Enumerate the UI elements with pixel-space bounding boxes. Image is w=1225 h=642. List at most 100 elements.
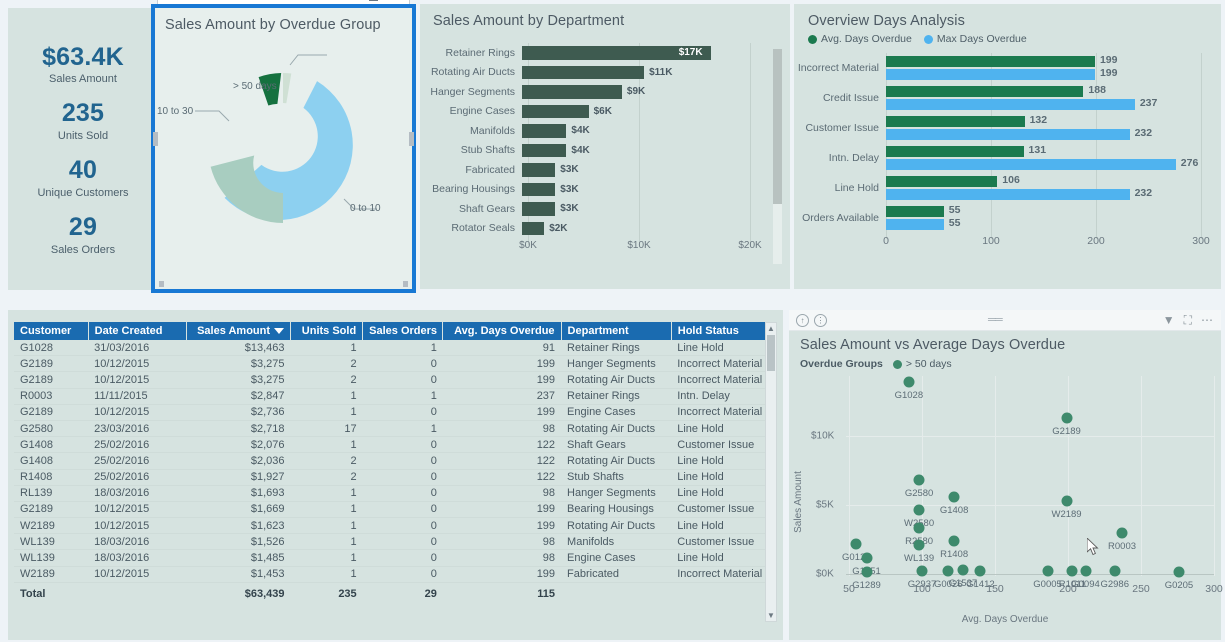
table-row[interactable]: G2580 23/03/2016 $2,718 17 1 98 Rotating Air D… [14,420,772,438]
column-header-date-created[interactable]: Date Created [88,322,187,340]
max-days-bar[interactable] [886,159,1176,170]
resize-handle-left[interactable] [153,132,158,146]
scatter-legend-item[interactable]: > 50 days [892,358,952,370]
scrollbar-thumb[interactable] [773,49,782,204]
department-bar-row[interactable]: Bearing Housings $3K [420,180,790,200]
more-options-icon[interactable]: ⋯ [1201,313,1214,327]
scatter-point[interactable] [1066,565,1078,577]
table-row[interactable]: G1028 31/03/2016 $13,463 1 1 91 Retainer Rings… [14,340,772,357]
filter-icon[interactable]: ⛶ [1184,313,1192,328]
scatter-chart-visual[interactable]: ↑ ⋮ ══ ▼ ⛶ ⋯ Sales Amount vs Average Day… [789,310,1223,640]
drill-down-icon[interactable]: ⋮ [814,313,827,327]
scatter-point[interactable] [1061,412,1073,424]
table-row[interactable]: G2189 10/12/2015 $1,669 1 0 199 Bearing Housin… [14,501,772,519]
avg-days-bar[interactable] [886,176,998,187]
days-bar-group[interactable]: Incorrect Material 199 199 [794,53,1221,83]
department-bar[interactable] [522,124,567,138]
column-header-hold-status[interactable]: Hold Status [671,322,773,340]
days-bar-group[interactable]: Orders Available 55 55 [794,203,1221,233]
drill-up-icon[interactable]: ↑ [796,313,809,327]
overview-days-analysis-visual[interactable]: Overview Days Analysis Avg. Days Overdue… [794,4,1221,289]
scatter-point[interactable] [948,491,960,503]
department-bar[interactable] [522,182,556,196]
scatter-point[interactable] [913,504,925,516]
scatter-point[interactable] [1116,527,1128,539]
table-row[interactable]: W2189 10/12/2015 $1,453 1 0 199 Fabricated Inco… [14,566,772,583]
days-bar-group[interactable]: Customer Issue 132 232 [794,113,1221,143]
scatter-point[interactable] [974,565,986,577]
scatter-point[interactable] [957,564,969,576]
table-row[interactable]: RL139 18/03/2016 $1,693 1 0 98 Hanger Segments… [14,485,772,502]
table-row[interactable]: W2189 10/12/2015 $1,623 1 0 199 Rotating Air D… [14,517,772,535]
max-days-bar[interactable] [886,189,1130,200]
days-bar-group[interactable]: Credit Issue 188 237 [794,83,1221,113]
department-bar-row[interactable]: Manifolds $4K [420,121,790,141]
department-bar-row[interactable]: Rotating Air Ducts $11K [420,63,790,83]
max-days-bar[interactable] [886,99,1135,110]
scatter-point[interactable] [861,552,873,564]
resize-handle-right[interactable] [409,132,414,146]
avg-days-bar[interactable] [886,86,1084,97]
department-bar[interactable] [522,202,556,216]
table-scrollbar[interactable]: ▲ ▼ [765,322,777,622]
max-days-bar[interactable] [886,129,1130,140]
avg-days-bar[interactable] [886,206,944,217]
column-header-sales-orders[interactable]: Sales Orders [362,322,444,340]
slice-30-to-50[interactable] [283,73,292,104]
details-table-visual[interactable]: Customer Date Created Sales Amount Units… [8,310,783,640]
table-row[interactable]: G1408 25/02/2016 $2,076 1 0 122 Shaft Gears Cus… [14,436,772,454]
legend-item-avg-days[interactable]: Avg. Days Overdue [808,33,912,45]
department-bar-row[interactable]: Engine Cases $6K [420,102,790,122]
scatter-point[interactable] [861,566,873,578]
scatter-plot-area[interactable]: Sales Amount $10K $5K $0K G1028 G2189 G258… [789,370,1223,602]
max-days-bar[interactable] [886,69,1095,80]
scatter-point[interactable] [942,565,954,577]
department-bar-row[interactable]: Stub Shafts $4K [420,141,790,161]
days-bar-group[interactable]: Intn. Delay 131 276 [794,143,1221,173]
scatter-point[interactable] [1080,565,1092,577]
table-row[interactable]: G2189 10/12/2015 $3,275 2 0 199 Hanger Segment… [14,355,772,373]
department-bar[interactable] [522,163,556,177]
scatter-point[interactable] [1042,565,1054,577]
column-header-sales-amount[interactable]: Sales Amount [186,322,292,340]
visual-drag-handle-icon[interactable]: ══ [827,314,1163,326]
scatter-point[interactable] [916,565,928,577]
department-bar[interactable] [522,221,545,235]
scatter-point[interactable] [948,535,960,547]
donut-chart-visual[interactable]: Sales Amount by Overdue Group > 50 days … [151,4,416,293]
resize-handle-bottom-right[interactable] [403,281,408,287]
days-bar-group[interactable]: Line Hold 106 232 [794,173,1221,203]
table-row[interactable]: G2189 10/12/2015 $2,736 1 0 199 Engine Cases In… [14,404,772,421]
column-header-department[interactable]: Department [561,322,672,340]
slice-0-to-10[interactable] [223,68,379,246]
department-bar[interactable] [522,85,622,99]
department-bar-row[interactable]: Shaft Gears $3K [420,199,790,219]
department-bar-row[interactable]: Retainer Rings $17K [420,43,790,63]
column-header-units-sold[interactable]: Units Sold [290,322,364,340]
department-bar-row[interactable]: Fabricated $3K [420,160,790,180]
table-row[interactable]: G1408 25/02/2016 $2,036 2 0 122 Rotating Air D… [14,452,772,470]
legend-item-max-days[interactable]: Max Days Overdue [923,33,1027,45]
minimize-icon[interactable] [334,0,356,3]
resize-handle-bottom-left[interactable] [159,281,164,287]
scroll-up-icon[interactable]: ▲ [766,323,776,334]
department-bar-row[interactable]: Hanger Segments $9K [420,82,790,102]
scroll-down-icon[interactable]: ▼ [766,610,776,621]
department-bar[interactable] [522,104,589,118]
scatter-point[interactable] [913,522,925,534]
department-bar-row[interactable]: Rotator Seals $2K [420,219,790,239]
department-bar[interactable] [522,65,645,79]
maximize-icon[interactable] [362,0,384,3]
table-row[interactable]: G2189 10/12/2015 $3,275 2 0 199 Rotating Air D… [14,371,772,389]
table-row[interactable]: WL139 18/03/2016 $1,526 1 0 98 Manifolds Custom… [14,533,772,551]
scrollbar-thumb[interactable] [767,335,775,371]
department-chart-scrollbar[interactable] [773,49,782,264]
column-header-avg-days-overdue[interactable]: Avg. Days Overdue [442,322,562,340]
scatter-point[interactable] [1109,565,1121,577]
scatter-point[interactable] [850,538,862,550]
department-bar[interactable] [522,143,567,157]
max-days-bar[interactable] [886,219,944,230]
table-row[interactable]: R0003 11/11/2015 $2,847 1 1 237 Retainer Rings… [14,388,772,405]
focus-mode-icon[interactable]: ▼ [1163,313,1175,327]
table-row[interactable]: WL139 18/03/2016 $1,485 1 0 98 Engine Cases Lin… [14,549,772,567]
